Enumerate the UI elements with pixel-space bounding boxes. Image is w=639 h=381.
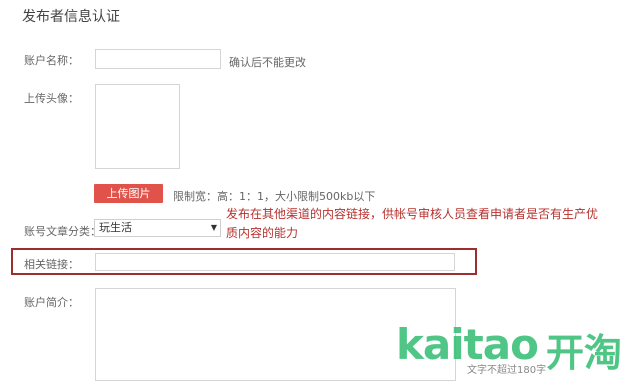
category-selected-value: 玩生活 [99,221,132,234]
kaitao-logo-chinese: 开淘 [546,331,623,375]
category-label: 账号文章分类： [24,225,101,238]
annotation-text: 发布在其他渠道的内容链接，供帐号审核人员查看申请者是否有生产优 质内容的能力 [226,205,636,243]
account-name-hint: 确认后不能更改 [229,56,306,69]
related-link-label: 相关链接： [24,258,79,271]
kaitao-logo-latin: kaitao [396,320,539,369]
avatar-label: 上传头像： [24,92,79,105]
account-name-input[interactable] [95,49,221,69]
annotation-line-1: 发布在其他渠道的内容链接，供帐号审核人员查看申请者是否有生产优 [226,207,599,221]
page-title: 发布者信息认证 [22,9,120,25]
chevron-down-icon: ▼ [210,223,217,232]
category-select[interactable]: 玩生活 ▼ [94,219,221,237]
account-name-label: 账户名称： [24,54,79,67]
annotation-line-2: 质内容的能力 [226,226,299,240]
upload-image-button[interactable]: 上传图片 [94,184,163,203]
intro-label: 账户简介： [24,296,79,309]
avatar-preview-box[interactable] [95,84,180,169]
related-link-input[interactable] [95,253,455,271]
kaitao-logo: kaitao 开淘 [396,320,636,380]
avatar-size-hint: 限制宽：高：1：1，大小限制500kb以下 [173,190,376,203]
